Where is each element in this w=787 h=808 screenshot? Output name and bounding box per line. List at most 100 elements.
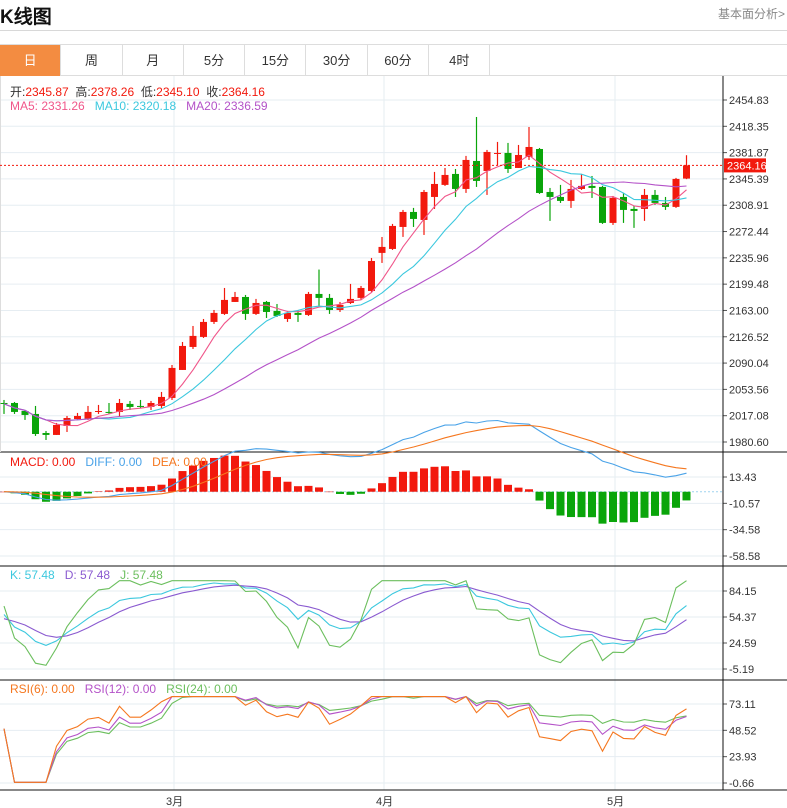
macd-bar xyxy=(136,486,145,492)
axis-tick-label: 2418.35 xyxy=(729,121,769,133)
macd-bar xyxy=(630,491,638,523)
macd-bar xyxy=(567,491,575,518)
macd-bar xyxy=(346,491,355,495)
candle-down xyxy=(588,185,596,188)
candle-up xyxy=(357,287,365,298)
tab-30min[interactable]: 30分 xyxy=(306,45,368,76)
divider xyxy=(0,30,787,31)
candle-down xyxy=(315,293,323,298)
tab-5min[interactable]: 5分 xyxy=(184,45,246,76)
fundamental-analysis-link[interactable]: 基本面分析> xyxy=(718,5,785,22)
axis-tick-label: 2090.04 xyxy=(729,358,769,370)
macd-bar xyxy=(42,491,50,502)
tab-15min[interactable]: 15分 xyxy=(245,45,307,76)
kline-chart[interactable]: 3月 4月 5月 2454.83 2418.35 2381.87 2345.39 2308.9… xyxy=(0,76,787,808)
candle-up xyxy=(84,411,92,419)
axis-tick-label: 2163.00 xyxy=(729,305,769,317)
k-line xyxy=(3,582,687,646)
candle-up xyxy=(483,151,491,171)
candle-down xyxy=(42,432,50,435)
ma-legend: MA5: 2331.26 MA10: 2320.18 MA20: 2336.59 xyxy=(10,99,268,113)
j-line xyxy=(3,579,687,666)
k-value: K: 57.48 xyxy=(10,568,55,582)
candle-down xyxy=(620,196,627,210)
axis-tick-label: 73.11 xyxy=(729,699,756,711)
axis-tick-label: 48.52 xyxy=(729,725,757,737)
macd-bar xyxy=(651,491,659,516)
macd-legend: MACD: 0.00 DIFF: 0.00 DEA: 0.00 xyxy=(10,455,207,469)
axis-tick-label: -5.19 xyxy=(729,664,754,676)
tab-week[interactable]: 周 xyxy=(61,45,123,76)
macd-bar xyxy=(441,466,449,492)
macd-bar xyxy=(357,491,365,494)
diff-value: DIFF: 0.00 xyxy=(85,455,143,469)
macd-bar xyxy=(189,465,197,492)
tab-4hour[interactable]: 4时 xyxy=(429,45,491,76)
candle-up xyxy=(368,260,375,291)
rsi12-value: RSI(12): 0.00 xyxy=(84,682,157,696)
macd-bar xyxy=(63,491,71,499)
axis-tick-label: 2345.39 xyxy=(729,174,769,186)
macd-bar xyxy=(493,478,502,492)
tab-month[interactable]: 月 xyxy=(123,45,184,76)
ma20-value: MA20: 2336.59 xyxy=(186,99,268,113)
candle-up xyxy=(53,424,60,435)
macd-bar xyxy=(94,491,103,492)
macd-value: MACD: 0.00 xyxy=(10,455,76,469)
tab-day[interactable]: 日 xyxy=(0,45,62,76)
axis-tick-label: 2017.08 xyxy=(729,411,769,423)
rsi6-value: RSI(6): 0.00 xyxy=(10,682,75,696)
macd-bar xyxy=(672,491,680,508)
candle-up xyxy=(672,178,680,207)
axis-tick-label: -10.57 xyxy=(729,498,760,510)
open-value: 2345.87 xyxy=(25,85,69,99)
candle-up xyxy=(609,197,617,223)
j-value: J: 57.48 xyxy=(120,568,163,582)
rsi12-line xyxy=(3,695,687,783)
period-tabs: 日 周 月 5分 15分 30分 60分 4时 xyxy=(0,44,787,76)
candle-up xyxy=(399,211,407,227)
candle-down xyxy=(0,402,8,404)
macd-bar xyxy=(609,491,617,523)
rsi-legend: RSI(6): 0.00 RSI(12): 0.00 RSI(24): 0.00 xyxy=(10,682,237,696)
macd-bar xyxy=(262,470,271,492)
macd-bar xyxy=(598,491,607,524)
candle-up xyxy=(74,415,81,419)
open-label: 开: xyxy=(10,85,26,99)
macd-bar xyxy=(430,466,439,492)
macd-bar xyxy=(451,470,460,492)
ma5-line xyxy=(3,154,687,427)
axis-tick-label: 2235.96 xyxy=(729,253,769,265)
macd-bar xyxy=(84,491,92,494)
dea-value: DEA: 0.00 xyxy=(152,455,207,469)
macd-bar xyxy=(304,485,313,492)
macd-bar xyxy=(315,487,323,492)
page-title: K线图 xyxy=(0,7,52,28)
macd-bar xyxy=(472,476,481,492)
macd-bar xyxy=(514,487,523,492)
ma5-value: MA5: 2331.26 xyxy=(10,99,85,113)
candle-up xyxy=(189,335,197,347)
rsi24-line xyxy=(3,696,687,783)
candle-down xyxy=(546,191,554,197)
macd-bar xyxy=(367,488,376,492)
candle-down xyxy=(452,173,459,189)
macd-bar xyxy=(126,487,134,492)
candle-down xyxy=(294,312,302,315)
current-price-label: 2364.16 xyxy=(727,160,767,172)
macd-bar xyxy=(115,487,124,492)
candle-up xyxy=(441,174,449,185)
macd-bar xyxy=(399,471,407,492)
tab-60min[interactable]: 60分 xyxy=(368,45,430,76)
candle-up xyxy=(221,299,228,314)
macd-bar xyxy=(294,486,302,492)
candle-down xyxy=(536,148,543,193)
axis-tick-label: -34.58 xyxy=(729,525,760,537)
candle-down xyxy=(410,211,417,219)
close-value: 2364.16 xyxy=(221,85,265,99)
candle-up xyxy=(252,302,260,314)
axis-tick-label: 2272.44 xyxy=(729,227,769,239)
macd-bar xyxy=(462,470,470,492)
macd-bar xyxy=(535,491,544,501)
macd-bar xyxy=(273,477,281,492)
